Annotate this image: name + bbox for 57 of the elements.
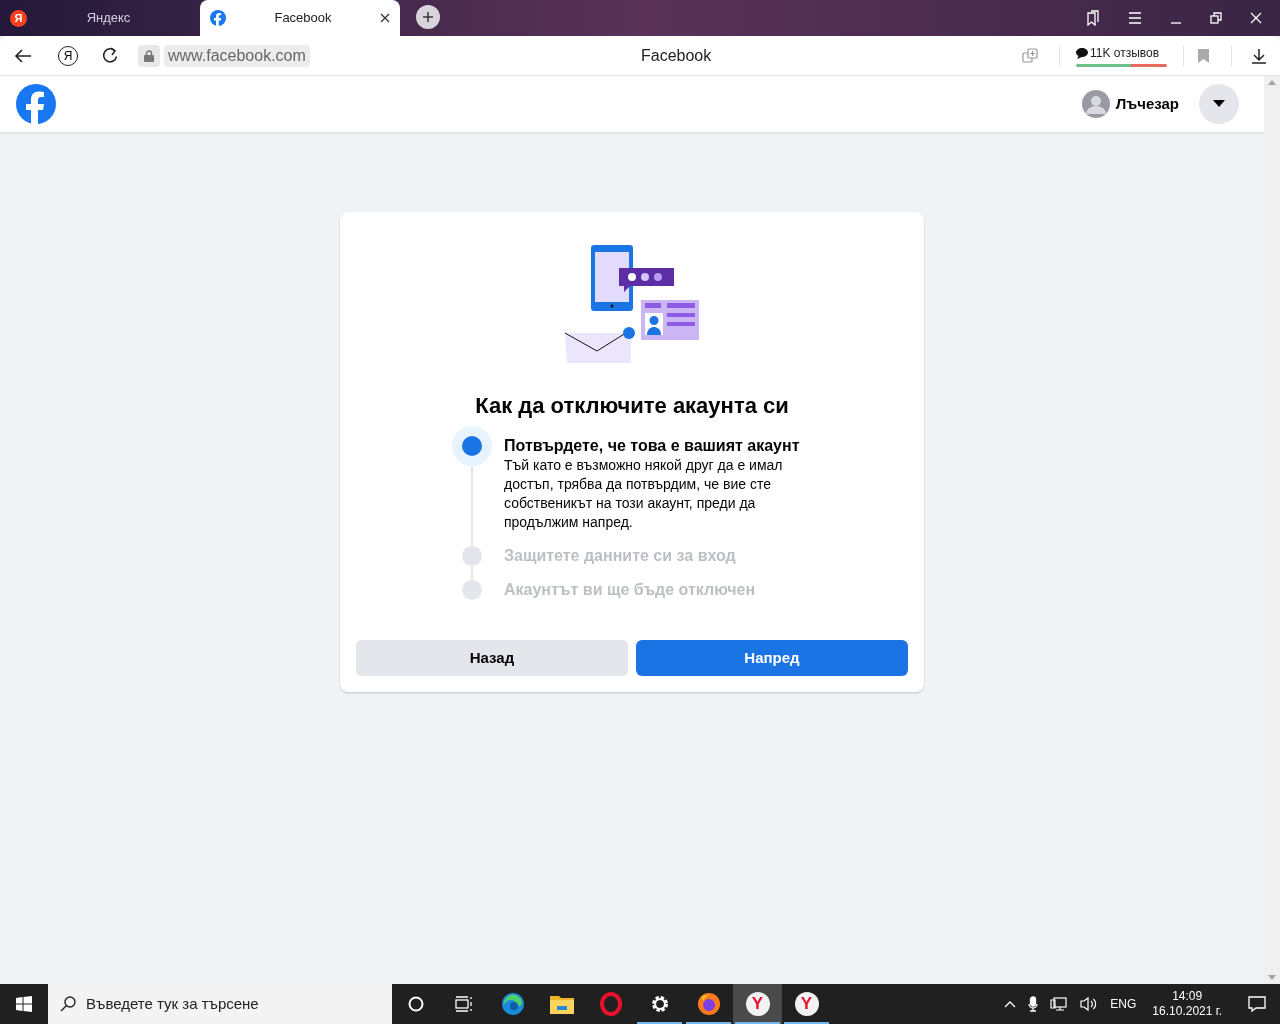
- step-title: Акаунтът ви ще бъде отключен: [504, 580, 757, 600]
- notifications-icon[interactable]: [1248, 996, 1266, 1012]
- card-title: Как да отключите акаунта си: [475, 392, 789, 420]
- reviews-count: 11K отзывов: [1090, 45, 1160, 62]
- taskbar-app-button[interactable]: Y: [733, 984, 782, 1024]
- lock-icon[interactable]: [138, 44, 160, 67]
- browser-tab[interactable]: Я Яндекс: [0, 0, 200, 36]
- bookmarks-icon[interactable]: [1084, 10, 1100, 26]
- back-button[interactable]: Назад: [356, 640, 628, 676]
- restore-icon[interactable]: [1210, 12, 1222, 24]
- step-title: Защитете данните си за вход: [504, 546, 737, 566]
- yandex-browser-icon: Y: [745, 992, 770, 1016]
- close-icon[interactable]: [1250, 12, 1262, 24]
- chevron-up-icon[interactable]: [1004, 1000, 1017, 1008]
- reviews-badge[interactable]: 11K отзывов: [1076, 44, 1167, 67]
- facebook-logo-icon: [210, 10, 226, 26]
- microphone-icon[interactable]: [1028, 996, 1039, 1012]
- next-button[interactable]: Напред: [636, 640, 908, 676]
- plus-icon: [422, 11, 434, 23]
- yandex-browser-icon: Y: [794, 992, 819, 1016]
- speech-bubble-icon: [1076, 47, 1088, 59]
- download-icon[interactable]: [1252, 47, 1266, 64]
- reload-icon[interactable]: [102, 47, 118, 64]
- back-icon[interactable]: [14, 47, 32, 64]
- tab-label: Яндекс: [85, 9, 132, 28]
- gear-icon: [649, 994, 670, 1014]
- cortana-icon[interactable]: [408, 996, 424, 1012]
- address-bar[interactable]: www.facebook.com: [164, 44, 310, 67]
- edge-browser-icon: [500, 992, 525, 1016]
- firefox-icon: [696, 992, 721, 1016]
- avatar-icon: [1081, 90, 1110, 118]
- account-menu-button[interactable]: [1199, 84, 1239, 124]
- user-name: Лъчезар: [1115, 93, 1179, 114]
- windows-start-icon[interactable]: [16, 996, 32, 1012]
- language-indicator[interactable]: ENG: [1110, 995, 1137, 1013]
- close-tab-icon[interactable]: [380, 13, 390, 23]
- caret-icon: [1213, 100, 1225, 108]
- step-title: Потвърдете, че това е вашият акаунт: [504, 436, 801, 456]
- network-icon[interactable]: [1050, 996, 1069, 1012]
- taskbar-app-button[interactable]: Y: [782, 984, 831, 1024]
- new-tab-button[interactable]: [416, 5, 440, 29]
- tab-label: Facebook: [273, 9, 333, 28]
- opera-icon: [599, 992, 622, 1016]
- step-description: Тъй като е възможно някой друг да е имал достъп, трябва да потвърдим, че вие сте собственикът на този акаунт, преди да продължим напред.: [504, 456, 784, 532]
- folder-icon: [549, 994, 574, 1014]
- profile-link[interactable]: Лъчезар: [1077, 86, 1183, 122]
- taskbar-search-field[interactable]: Въведете тук за търсене: [48, 984, 392, 1024]
- search-icon: [60, 996, 76, 1012]
- add-tab-group-icon[interactable]: [1022, 47, 1038, 64]
- facebook-logo-icon[interactable]: [16, 84, 56, 124]
- task-view-icon[interactable]: [455, 996, 473, 1012]
- speaker-icon[interactable]: [1080, 996, 1099, 1012]
- menu-icon[interactable]: [1128, 12, 1142, 24]
- page-title: Facebook: [641, 45, 712, 66]
- browser-tab[interactable]: Facebook: [200, 0, 400, 36]
- yandex-logo-icon: Я: [10, 9, 27, 27]
- clock[interactable]: 14:09 16.10.2021 г.: [1152, 989, 1222, 1019]
